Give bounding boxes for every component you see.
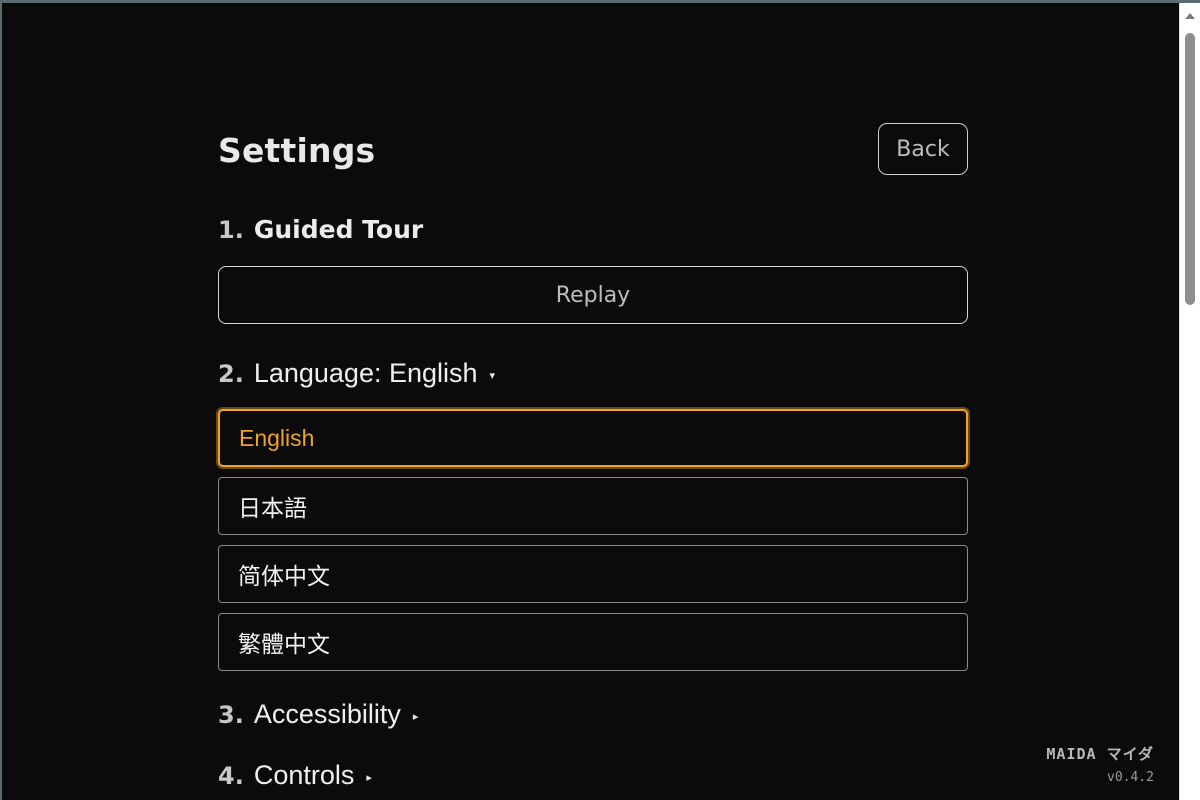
section-number: 2. [218, 359, 244, 388]
vertical-scrollbar[interactable] [1179, 3, 1200, 800]
section-guided-tour: 1. Guided Tour [218, 215, 968, 244]
section-number: 4. [218, 761, 244, 790]
version-label: v0.4.2 [1107, 770, 1154, 785]
title-row: Settings Back [218, 121, 968, 179]
section-number: 1. [218, 215, 244, 244]
page-title: Settings [218, 131, 376, 170]
caret-right-icon: ▸ [412, 710, 419, 723]
language-option-english[interactable]: English [218, 409, 968, 467]
section-label: Controls [253, 760, 355, 790]
section-accessibility-toggle[interactable]: 3. Accessibility ▸ [218, 699, 968, 730]
replay-button[interactable]: Replay [218, 266, 968, 324]
caret-right-icon: ▸ [366, 771, 372, 784]
language-options: English 日本語 简体中文 繁體中文 [218, 409, 968, 671]
section-number: 3. [218, 700, 244, 729]
settings-panel: Settings Back 1. Guided Tour Replay 2. L… [218, 121, 968, 791]
section-label: Language: English [253, 358, 478, 388]
scrollbar-thumb[interactable] [1185, 33, 1195, 305]
app-window: Settings Back 1. Guided Tour Replay 2. L… [0, 0, 1200, 800]
scroll-up-arrow-icon[interactable] [1185, 13, 1195, 19]
section-label: Accessibility [253, 699, 401, 729]
brand-name: MAIDA マイダ [1046, 745, 1154, 763]
brand-footer: MAIDA マイダ v0.4.2 [1046, 743, 1154, 785]
section-label: Guided Tour [253, 215, 424, 244]
language-option-japanese[interactable]: 日本語 [218, 477, 968, 535]
section-controls-toggle[interactable]: 4. Controls ▸ [218, 760, 968, 791]
language-option-traditional-chinese[interactable]: 繁體中文 [218, 613, 968, 671]
language-option-simplified-chinese[interactable]: 简体中文 [218, 545, 968, 603]
section-language-toggle[interactable]: 2. Language: English ▾ [218, 358, 968, 389]
back-button[interactable]: Back [878, 123, 968, 175]
caret-down-icon: ▾ [489, 369, 496, 382]
